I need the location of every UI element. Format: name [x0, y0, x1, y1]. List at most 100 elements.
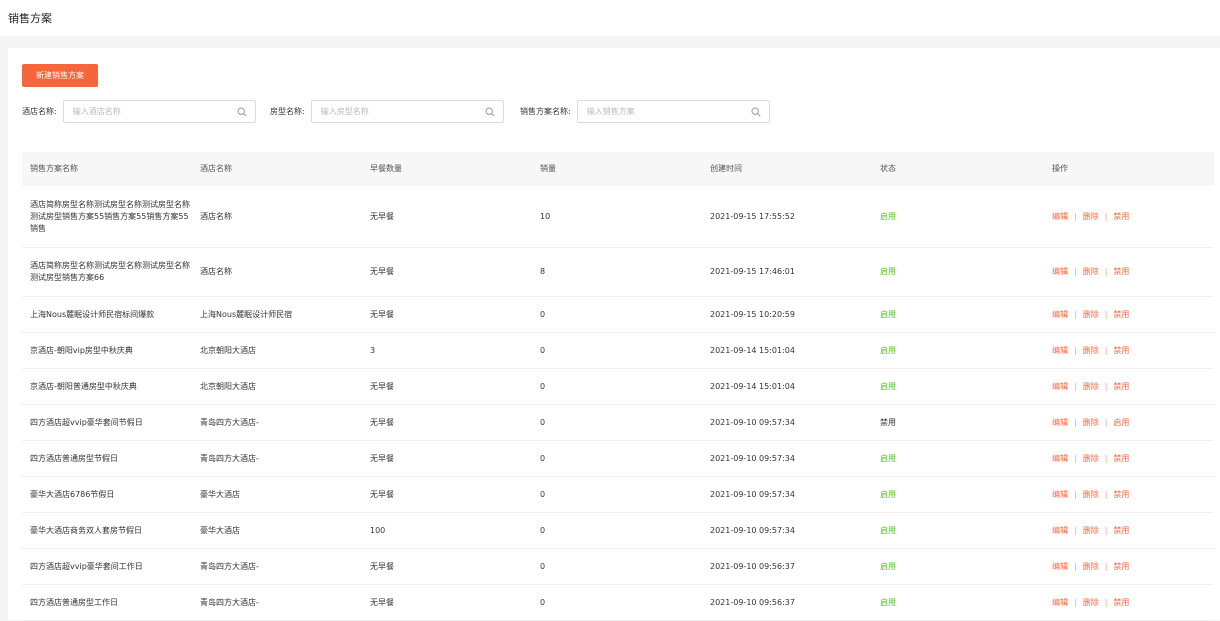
header-status: 状态 [880, 164, 896, 173]
status-badge: 启用 [880, 211, 896, 221]
plan-name-input[interactable] [577, 107, 738, 116]
cell-sales: 0 [540, 381, 546, 391]
edit-link[interactable]: 编辑 [1052, 561, 1068, 573]
search-icon[interactable] [237, 107, 247, 117]
delete-link[interactable]: 删除 [1083, 345, 1099, 357]
filter-room-label: 房型名称: [270, 107, 305, 116]
table-row: 酒店简称房型名称测试房型名称测试房型名称测试房型销售方案55销售方案55销售方案… [22, 186, 1214, 248]
cell-created-time: 2021-09-10 09:57:34 [710, 453, 795, 463]
toggle-status-link[interactable]: 禁用 [1113, 525, 1129, 537]
delete-link[interactable]: 删除 [1083, 561, 1099, 573]
cell-sales: 0 [540, 309, 546, 319]
cell-created-time: 2021-09-15 17:55:52 [710, 211, 795, 221]
cell-hotel-name: 青岛四方大酒店- [200, 597, 259, 607]
cell-breakfast: 无早餐 [370, 453, 394, 463]
header-actions: 操作 [1052, 164, 1068, 173]
toggle-status-link[interactable]: 禁用 [1113, 309, 1129, 321]
delete-link[interactable]: 删除 [1083, 211, 1099, 223]
action-separator: | [1104, 211, 1108, 221]
status-badge: 启用 [880, 561, 896, 571]
edit-link[interactable]: 编辑 [1052, 266, 1068, 278]
search-icon[interactable] [485, 107, 495, 117]
table-header: 销售方案名称 酒店名称 早餐数量 销量 创建时间 状态 操作 [22, 152, 1214, 186]
status-badge: 启用 [880, 597, 896, 607]
edit-link[interactable]: 编辑 [1052, 309, 1068, 321]
cell-actions: 编辑 | 删除 | 禁用 [1044, 381, 1214, 393]
toggle-status-link[interactable]: 禁用 [1113, 597, 1129, 609]
filter-hotel: 酒店名称: [22, 100, 256, 123]
table-row: 酒店简称房型名称测试房型名称测试房型名称测试房型销售方案66 酒店名称 无早餐 8 20… [22, 248, 1214, 297]
edit-link[interactable]: 编辑 [1052, 381, 1068, 393]
action-separator: | [1074, 211, 1077, 221]
delete-link[interactable]: 删除 [1083, 266, 1099, 278]
cell-plan-name: 酒店简称房型名称测试房型名称测试房型名称测试房型销售方案55销售方案55销售方案… [30, 199, 190, 233]
toggle-status-link[interactable]: 禁用 [1113, 561, 1129, 573]
cell-actions: 编辑 | 删除 | 禁用 [1044, 345, 1214, 357]
toggle-status-link[interactable]: 禁用 [1113, 345, 1129, 357]
cell-actions: 编辑 | 删除 | 禁用 [1044, 597, 1214, 609]
cell-created-time: 2021-09-15 17:46:01 [710, 267, 795, 276]
cell-hotel-name: 豪华大酒店 [200, 525, 240, 535]
edit-link[interactable]: 编辑 [1052, 453, 1068, 465]
action-separator: | [1104, 489, 1108, 499]
cell-hotel-name: 北京朝阳大酒店 [200, 345, 256, 355]
delete-link[interactable]: 删除 [1083, 381, 1099, 393]
header-breakfast: 早餐数量 [370, 164, 402, 173]
cell-plan-name: 四方酒店普通房型工作日 [30, 597, 118, 607]
cell-sales: 0 [540, 561, 546, 571]
cell-sales: 0 [540, 597, 546, 607]
cell-breakfast: 无早餐 [370, 267, 394, 276]
edit-link[interactable]: 编辑 [1052, 597, 1068, 609]
table-row: 京酒店-朝阳普通房型中秋庆典 北京朝阳大酒店 无早餐 0 2021-09-14 15:0… [22, 369, 1214, 405]
edit-link[interactable]: 编辑 [1052, 525, 1068, 537]
hotel-name-input[interactable] [63, 107, 224, 116]
sales-plan-table: 销售方案名称 酒店名称 早餐数量 销量 创建时间 状态 操作 酒店简称房型名称测… [22, 152, 1214, 621]
header-sales: 销量 [540, 164, 556, 173]
cell-created-time: 2021-09-15 10:20:59 [710, 309, 795, 319]
cell-breakfast: 无早餐 [370, 597, 394, 607]
action-separator: | [1074, 267, 1077, 276]
cell-breakfast: 无早餐 [370, 489, 394, 499]
edit-link[interactable]: 编辑 [1052, 211, 1068, 223]
action-separator: | [1074, 345, 1077, 355]
cell-sales: 8 [540, 267, 546, 276]
cell-sales: 0 [540, 525, 546, 535]
header-hotel-name: 酒店名称 [200, 164, 232, 173]
cell-created-time: 2021-09-14 15:01:04 [710, 345, 795, 355]
status-badge: 启用 [880, 309, 896, 319]
delete-link[interactable]: 删除 [1083, 309, 1099, 321]
room-name-input[interactable] [311, 107, 472, 116]
cell-plan-name: 豪华大酒店6786节假日 [30, 489, 115, 499]
cell-plan-name: 上海Nous麓眠设计师民宿标间爆款 [30, 309, 155, 319]
toggle-status-link[interactable]: 启用 [1113, 417, 1129, 429]
delete-link[interactable]: 删除 [1083, 525, 1099, 537]
action-separator: | [1104, 453, 1108, 463]
toggle-status-link[interactable]: 禁用 [1113, 211, 1129, 223]
toggle-status-link[interactable]: 禁用 [1113, 453, 1129, 465]
content-card: 新建销售方案 酒店名称: 房型名称: 销售方案名称: [8, 48, 1220, 621]
delete-link[interactable]: 删除 [1083, 489, 1099, 501]
new-sales-plan-button[interactable]: 新建销售方案 [22, 64, 98, 87]
search-icon[interactable] [751, 107, 761, 117]
table-row: 四方酒店超vvip豪华套间节假日 青岛四方大酒店- 无早餐 0 2021-09-10 0… [22, 405, 1214, 441]
status-badge: 启用 [880, 267, 896, 276]
cell-actions: 编辑 | 删除 | 启用 [1044, 417, 1214, 429]
edit-link[interactable]: 编辑 [1052, 489, 1068, 501]
status-badge: 启用 [880, 381, 896, 391]
table-row: 豪华大酒店商务双人套房节假日 豪华大酒店 100 0 2021-09-10 09:57:… [22, 513, 1214, 549]
toggle-status-link[interactable]: 禁用 [1113, 266, 1129, 278]
page-title: 销售方案 [8, 12, 52, 25]
cell-sales: 0 [540, 453, 546, 463]
edit-link[interactable]: 编辑 [1052, 345, 1068, 357]
edit-link[interactable]: 编辑 [1052, 417, 1068, 429]
cell-created-time: 2021-09-10 09:57:34 [710, 525, 795, 535]
cell-breakfast: 无早餐 [370, 309, 394, 319]
toggle-status-link[interactable]: 禁用 [1113, 489, 1129, 501]
delete-link[interactable]: 删除 [1083, 453, 1099, 465]
delete-link[interactable]: 删除 [1083, 597, 1099, 609]
cell-breakfast: 3 [370, 345, 376, 355]
cell-actions: 编辑 | 删除 | 禁用 [1044, 266, 1214, 278]
toggle-status-link[interactable]: 禁用 [1113, 381, 1129, 393]
delete-link[interactable]: 删除 [1083, 417, 1099, 429]
room-search-box [310, 100, 504, 123]
